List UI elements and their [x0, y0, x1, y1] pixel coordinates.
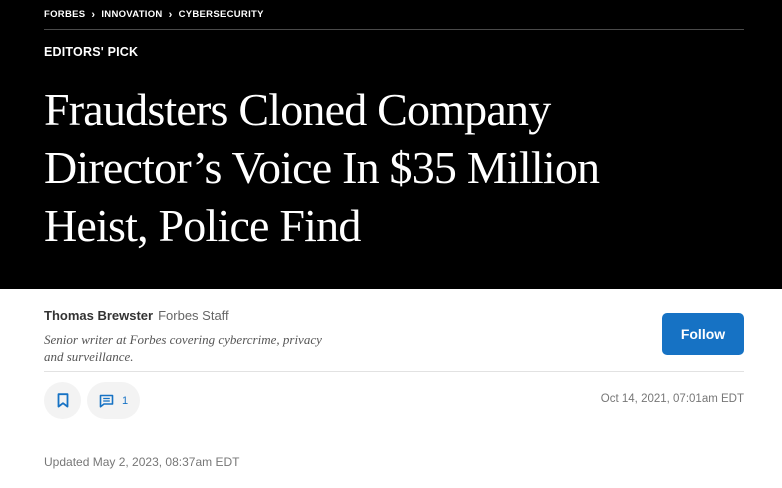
comments-button[interactable]: 1	[87, 382, 140, 419]
breadcrumb-cybersecurity[interactable]: CYBERSECURITY	[179, 9, 264, 20]
author-bio-line: and surveillance.	[44, 348, 134, 364]
article-hero: FORBES › INNOVATION › CYBERSECURITY EDIT…	[0, 0, 782, 289]
breadcrumb: FORBES › INNOVATION › CYBERSECURITY	[44, 9, 264, 20]
divider	[44, 371, 744, 372]
publish-date: Oct 14, 2021, 07:01am EDT	[600, 393, 744, 405]
breadcrumb-forbes[interactable]: FORBES	[44, 9, 85, 20]
article-headline: Fraudsters Cloned Company Director’s Voi…	[44, 81, 684, 255]
headline-line: Heist, Police Find	[44, 200, 361, 251]
bookmark-icon	[57, 393, 68, 408]
comment-icon	[99, 394, 114, 408]
comment-count: 1	[121, 394, 129, 407]
divider	[44, 29, 744, 30]
author-role: Forbes Staff	[158, 308, 229, 323]
follow-button[interactable]: Follow	[662, 313, 744, 355]
author-bio-line: Senior writer at Forbes covering cybercr…	[44, 332, 322, 347]
chevron-right-icon: ›	[91, 8, 96, 21]
chevron-right-icon: ›	[168, 8, 173, 21]
save-article-button[interactable]	[44, 382, 81, 419]
editors-pick-label: EDITORS' PICK	[44, 45, 139, 59]
updated-date: Updated May 2, 2023, 08:37am EDT	[44, 455, 240, 469]
author-byline: Thomas Brewster Forbes Staff	[44, 308, 229, 323]
author-bio: Senior writer at Forbes covering cybercr…	[44, 332, 404, 365]
author-name[interactable]: Thomas Brewster	[44, 308, 153, 323]
breadcrumb-innovation[interactable]: INNOVATION	[101, 9, 162, 20]
headline-line: Fraudsters Cloned Company	[44, 84, 551, 135]
headline-line: Director’s Voice In $35 Million	[44, 142, 600, 193]
